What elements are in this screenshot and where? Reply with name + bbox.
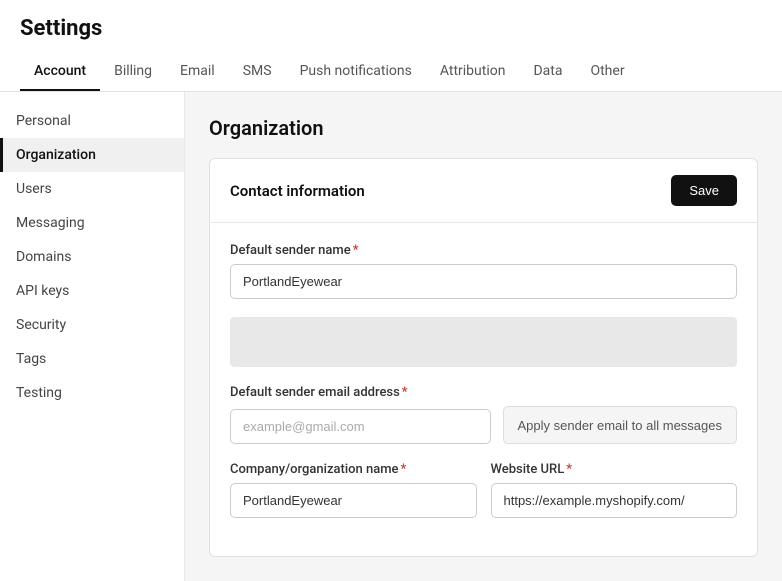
sidebar-item-api-keys[interactable]: API keys <box>0 274 184 308</box>
default-sender-name-group: Default sender name* <box>230 243 737 299</box>
company-website-row: Company/organization name* Website URL* <box>230 462 737 536</box>
default-sender-name-input[interactable] <box>230 264 737 299</box>
sidebar: Personal Organization Users Messaging Do… <box>0 92 185 581</box>
company-name-group: Company/organization name* <box>230 462 477 518</box>
app-container: Settings Account Billing Email SMS Push … <box>0 0 782 581</box>
tab-data[interactable]: Data <box>519 53 576 91</box>
tab-push-notifications[interactable]: Push notifications <box>286 53 426 91</box>
page-title: Settings <box>20 16 762 41</box>
website-url-group: Website URL* <box>491 462 738 518</box>
contact-info-card: Contact information Save Default sender … <box>209 158 758 557</box>
top-tabs: Account Billing Email SMS Push notificat… <box>20 53 762 91</box>
sidebar-item-security[interactable]: Security <box>0 308 184 342</box>
tab-sms[interactable]: SMS <box>229 53 286 91</box>
gray-placeholder-block <box>230 317 737 367</box>
email-row: Apply sender email to all messages <box>230 406 737 444</box>
tab-account[interactable]: Account <box>20 53 100 91</box>
sidebar-item-domains[interactable]: Domains <box>0 240 184 274</box>
company-name-label: Company/organization name* <box>230 462 477 477</box>
sidebar-item-testing[interactable]: Testing <box>0 376 184 410</box>
default-sender-email-group: Default sender email address* Apply send… <box>230 385 737 444</box>
website-url-label: Website URL* <box>491 462 738 477</box>
page-header: Settings Account Billing Email SMS Push … <box>0 0 782 92</box>
sidebar-item-users[interactable]: Users <box>0 172 184 206</box>
sidebar-item-tags[interactable]: Tags <box>0 342 184 376</box>
website-url-input[interactable] <box>491 483 738 518</box>
tab-email[interactable]: Email <box>166 53 229 91</box>
company-name-input[interactable] <box>230 483 477 518</box>
content-title: Organization <box>209 116 758 140</box>
required-star: * <box>353 243 359 258</box>
save-button[interactable]: Save <box>671 175 737 206</box>
required-star-website: * <box>566 462 572 477</box>
required-star-company: * <box>401 462 407 477</box>
content-area: Organization Contact information Save De… <box>185 92 782 581</box>
sidebar-item-messaging[interactable]: Messaging <box>0 206 184 240</box>
tab-other[interactable]: Other <box>576 53 638 91</box>
default-sender-email-input[interactable] <box>230 409 491 444</box>
card-header: Contact information Save <box>210 159 757 223</box>
default-sender-email-label: Default sender email address* <box>230 385 737 400</box>
tab-billing[interactable]: Billing <box>100 53 166 91</box>
default-sender-name-label: Default sender name* <box>230 243 737 258</box>
apply-sender-email-button[interactable]: Apply sender email to all messages <box>503 406 738 444</box>
tab-attribution[interactable]: Attribution <box>426 53 520 91</box>
main-layout: Personal Organization Users Messaging Do… <box>0 92 782 581</box>
sidebar-item-organization[interactable]: Organization <box>0 138 184 172</box>
card-header-title: Contact information <box>230 182 365 200</box>
required-star-email: * <box>402 385 408 400</box>
sidebar-item-personal[interactable]: Personal <box>0 104 184 138</box>
card-body: Default sender name* Default sender emai… <box>210 223 757 556</box>
